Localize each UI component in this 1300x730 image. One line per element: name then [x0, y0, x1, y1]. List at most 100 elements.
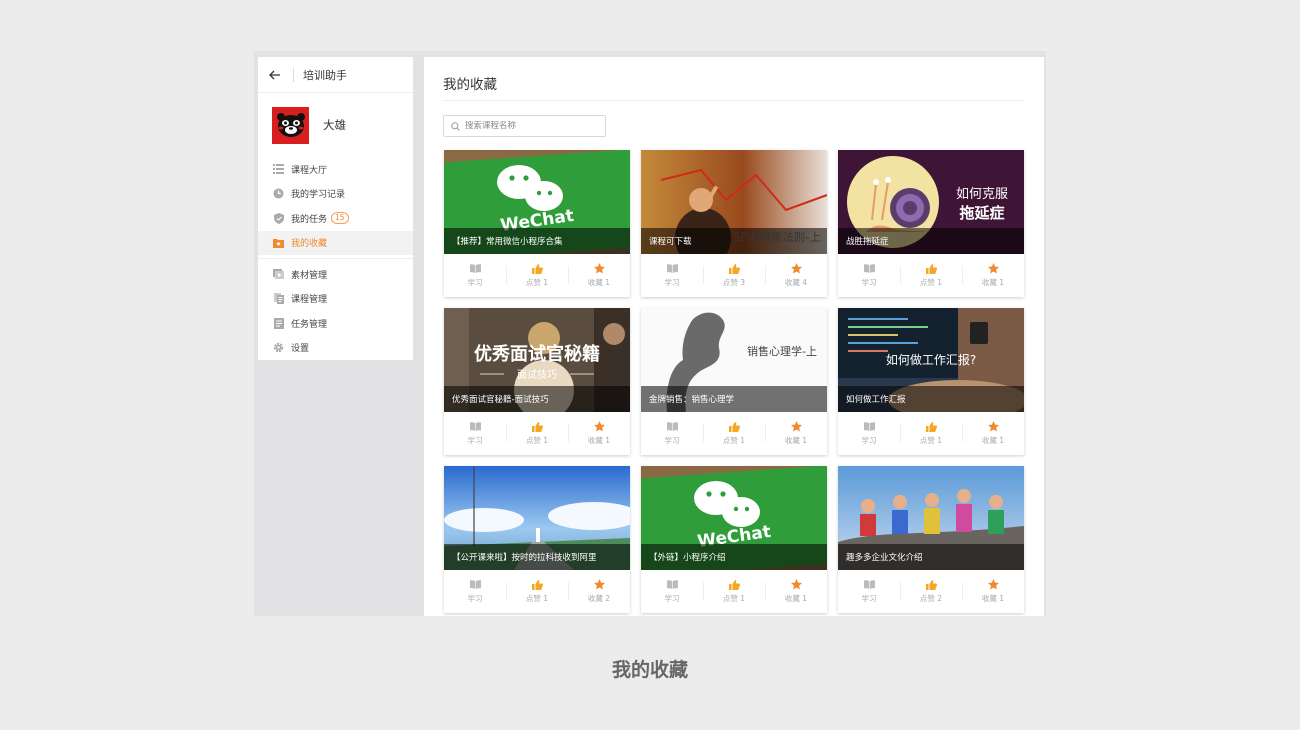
course-title: 金牌销售：销售心理学: [641, 386, 827, 412]
study-button[interactable]: 学习: [641, 570, 703, 613]
thumbs-up-icon: [531, 579, 543, 590]
page-title: 我的收藏: [443, 77, 497, 93]
search-input[interactable]: [465, 121, 600, 131]
svg-text:销售心理学-上: 销售心理学-上: [747, 344, 817, 358]
study-button[interactable]: 学习: [444, 254, 506, 297]
svg-text:如何做工作汇报?: 如何做工作汇报?: [886, 352, 976, 367]
favorite-button[interactable]: 收藏 2: [568, 570, 630, 613]
star-icon: [790, 263, 802, 274]
study-button[interactable]: 学习: [444, 412, 506, 455]
like-button[interactable]: 点赞 2: [900, 570, 962, 613]
study-button[interactable]: 学习: [641, 412, 703, 455]
favorite-button[interactable]: 收藏 1: [765, 412, 827, 455]
favorite-button[interactable]: 收藏 1: [962, 254, 1024, 297]
app-title: 培训助手: [303, 68, 347, 82]
search-icon: [450, 121, 460, 131]
sidebar-item-course-hall[interactable]: 课程大厅: [258, 157, 413, 182]
study-button[interactable]: 学习: [838, 570, 900, 613]
course-title: 【公开课来啦】按时的拉科技收到阿里: [444, 544, 630, 570]
study-button[interactable]: 学习: [641, 254, 703, 297]
sidebar-item-study-records[interactable]: 我的学习记录: [258, 182, 413, 207]
sidebar-item-label: 素材管理: [291, 270, 328, 281]
course-thumbnail[interactable]: 销售心理学-上 金牌销售：销售心理学: [641, 308, 827, 412]
course-thumbnail[interactable]: 趣多多企业文化介绍: [838, 466, 1024, 570]
star-icon: [593, 579, 605, 590]
like-button[interactable]: 点赞 1: [703, 412, 765, 455]
favorite-button[interactable]: 收藏 1: [962, 570, 1024, 613]
sidebar-item-my-favorites[interactable]: 我的收藏: [258, 230, 413, 255]
card-actions: 学习 点赞 1 收藏 1: [444, 412, 630, 455]
book-icon: [863, 421, 875, 432]
favorite-button[interactable]: 收藏 1: [765, 570, 827, 613]
course-title: 战胜拖延症: [838, 228, 1024, 254]
star-icon: [987, 579, 999, 590]
course-card-7[interactable]: 【公开课来啦】按时的拉科技收到阿里 学习 点赞 1 收藏 2: [444, 466, 630, 613]
favorite-button[interactable]: 收藏 4: [765, 254, 827, 297]
like-button[interactable]: 点赞 1: [703, 570, 765, 613]
study-label: 学习: [467, 278, 483, 287]
favorite-count: 收藏 1: [981, 436, 1005, 445]
course-thumbnail[interactable]: 【公开课来啦】按时的拉科技收到阿里: [444, 466, 630, 570]
like-button[interactable]: 点赞 1: [506, 254, 568, 297]
like-count: 点赞 1: [919, 278, 943, 287]
course-card-9[interactable]: 趣多多企业文化介绍 学习 点赞 2 收藏 1: [838, 466, 1024, 613]
course-card-4[interactable]: 优秀面试官秘籍 面试技巧 优秀面试官秘籍-面试技巧 学习 点赞 1 收藏 1: [444, 308, 630, 455]
avatar[interactable]: [272, 106, 309, 144]
thumbs-up-icon: [925, 579, 937, 590]
course-title: 趣多多企业文化介绍: [838, 544, 1024, 570]
course-thumbnail[interactable]: 如何克服 拖延症 战胜拖延症: [838, 150, 1024, 254]
favorite-button[interactable]: 收藏 1: [568, 412, 630, 455]
favorite-button[interactable]: 收藏 1: [962, 412, 1024, 455]
course-card-5[interactable]: 销售心理学-上 金牌销售：销售心理学 学习 点赞 1 收藏 1: [641, 308, 827, 455]
sidebar-item-course-manage[interactable]: 课程管理: [258, 287, 413, 312]
like-count: 点赞 1: [525, 436, 549, 445]
course-thumbnail[interactable]: WeChat 【外链】小程序介绍: [641, 466, 827, 570]
card-actions: 学习 点赞 3 收藏 4: [641, 254, 827, 297]
star-icon: [593, 421, 605, 432]
course-thumbnail[interactable]: WeChat 【推荐】常用微信小程序合集: [444, 150, 630, 254]
thumbs-up-icon: [728, 263, 740, 274]
like-button[interactable]: 点赞 1: [900, 412, 962, 455]
sidebar-item-settings[interactable]: 设置: [258, 336, 413, 361]
like-button[interactable]: 点赞 3: [703, 254, 765, 297]
course-thumbnail[interactable]: 如何做工作汇报? 如何做工作汇报: [838, 308, 1024, 412]
course-card-8[interactable]: WeChat 【外链】小程序介绍 学习 点赞 1 收藏 1: [641, 466, 827, 613]
sidebar-item-material-manage[interactable]: 素材管理: [258, 262, 413, 287]
course-card-1[interactable]: WeChat 【推荐】常用微信小程序合集 学习 点赞 1 收藏 1: [444, 150, 630, 297]
sidebar-item-my-tasks[interactable]: 我的任务 15: [258, 206, 413, 231]
favorite-count: 收藏 1: [784, 436, 808, 445]
thumbs-up-icon: [531, 421, 543, 432]
svg-text:如何克服: 如何克服: [956, 186, 1008, 202]
study-button[interactable]: 学习: [838, 254, 900, 297]
course-card-6[interactable]: 如何做工作汇报? 如何做工作汇报 学习 点赞 1 收藏 1: [838, 308, 1024, 455]
study-button[interactable]: 学习: [838, 412, 900, 455]
course-thumbnail[interactable]: SPIN销售法则-上 课程可下载: [641, 150, 827, 254]
sidebar-item-task-manage[interactable]: 任务管理: [258, 311, 413, 336]
like-button[interactable]: 点赞 1: [900, 254, 962, 297]
thumbs-up-icon: [925, 421, 937, 432]
clock-icon: [273, 188, 284, 199]
like-button[interactable]: 点赞 1: [506, 412, 568, 455]
study-label: 学习: [467, 594, 483, 603]
star-icon: [790, 579, 802, 590]
favorite-count: 收藏 1: [587, 278, 611, 287]
like-count: 点赞 1: [525, 278, 549, 287]
card-actions: 学习 点赞 1 收藏 1: [838, 412, 1024, 455]
favorite-button[interactable]: 收藏 1: [568, 254, 630, 297]
like-button[interactable]: 点赞 1: [506, 570, 568, 613]
course-title: 课程可下载: [641, 228, 827, 254]
favorite-count: 收藏 2: [587, 594, 611, 603]
back-arrow-icon[interactable]: [268, 68, 282, 82]
course-thumbnail[interactable]: 优秀面试官秘籍 面试技巧 优秀面试官秘籍-面试技巧: [444, 308, 630, 412]
book-icon: [863, 263, 875, 274]
like-count: 点赞 1: [525, 594, 549, 603]
study-label: 学习: [861, 594, 877, 603]
study-button[interactable]: 学习: [444, 570, 506, 613]
card-actions: 学习 点赞 1 收藏 1: [641, 412, 827, 455]
course-card-3[interactable]: 如何克服 拖延症 战胜拖延症 学习 点赞 1 收藏 1: [838, 150, 1024, 297]
search-box: [443, 115, 606, 137]
study-label: 学习: [467, 436, 483, 445]
course-card-2[interactable]: SPIN销售法则-上 课程可下载 学习 点赞 3 收藏 4: [641, 150, 827, 297]
sidebar-item-label: 我的任务: [291, 214, 328, 225]
study-label: 学习: [664, 594, 680, 603]
